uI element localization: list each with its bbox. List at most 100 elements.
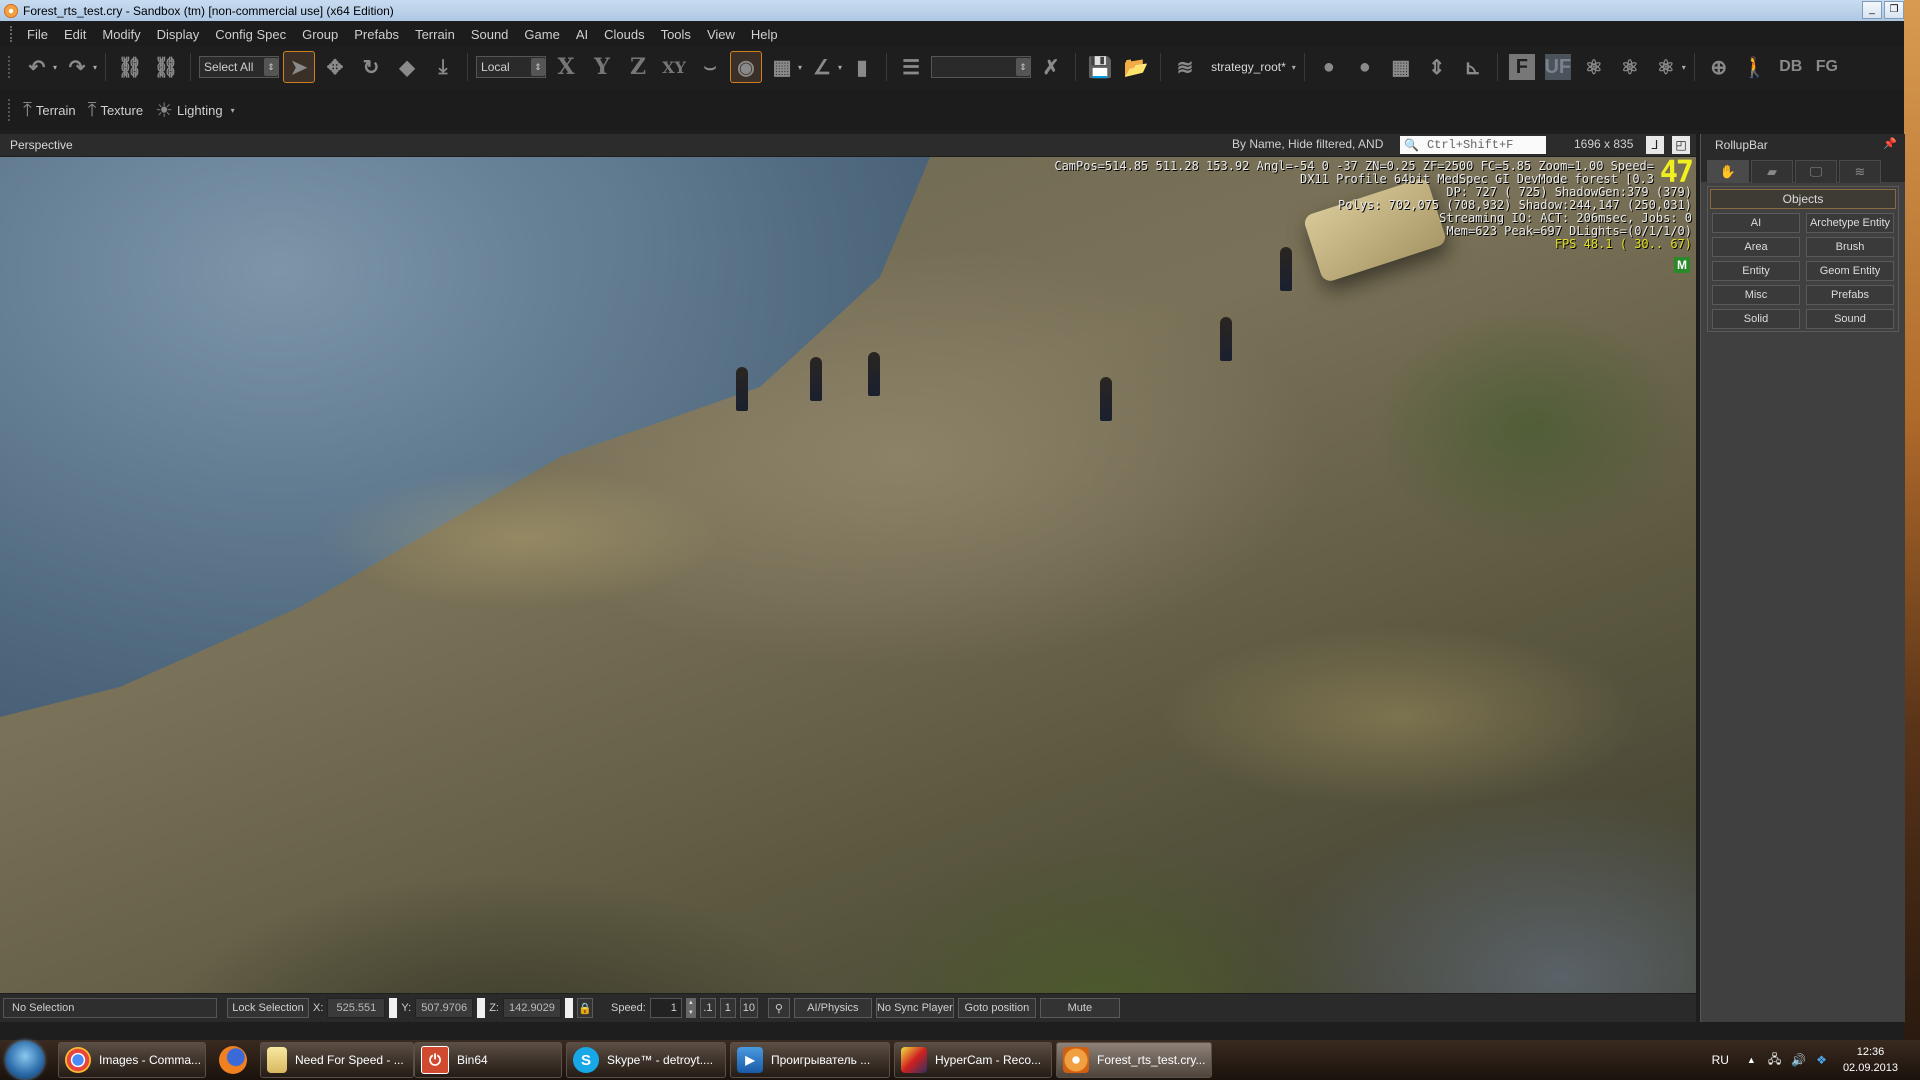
- terrain-tab-icon[interactable]: ▰: [1751, 160, 1793, 183]
- objects-tab-icon[interactable]: ✋: [1707, 160, 1749, 183]
- align-to-grid-icon[interactable]: ▦: [1385, 51, 1417, 83]
- align-height-icon[interactable]: ⇕: [1421, 51, 1453, 83]
- layers-icon[interactable]: ≋: [1169, 51, 1201, 83]
- perspective-viewport[interactable]: CamPos=514.85 511.28 153.92 Angl=-54 0 -…: [0, 157, 1696, 993]
- physics-f-button[interactable]: F: [1508, 54, 1535, 80]
- current-layer-label[interactable]: strategy_root*: [1205, 60, 1292, 74]
- selection-filter-select[interactable]: Select All ⇕: [199, 56, 280, 78]
- select-terrain-icon[interactable]: ⤓: [427, 51, 459, 83]
- taskbar-item-sandbox[interactable]: Forest_rts_test.cry...: [1056, 1042, 1212, 1078]
- menu-config-spec[interactable]: Config Spec: [207, 27, 294, 42]
- object-entity-button[interactable]: Entity: [1712, 261, 1800, 281]
- physics-get-state-icon[interactable]: ⚛: [1578, 51, 1610, 83]
- menu-help[interactable]: Help: [743, 27, 786, 42]
- menu-display[interactable]: Display: [149, 27, 208, 42]
- clock[interactable]: 12:36 02.09.2013: [1843, 1044, 1898, 1076]
- lock-selection-button[interactable]: Lock Selection: [227, 998, 309, 1018]
- object-sound-button[interactable]: Sound: [1806, 309, 1894, 329]
- object-prefabs-button[interactable]: Prefabs: [1806, 285, 1894, 305]
- object-snap-icon[interactable]: ◉: [730, 51, 763, 83]
- axis-xy-button[interactable]: XY: [658, 51, 690, 83]
- speed-preset-1[interactable]: 1: [719, 998, 736, 1018]
- taskbar-item-bin64[interactable]: ⏻ Bin64: [414, 1042, 562, 1078]
- toolbar-grip[interactable]: [8, 99, 13, 121]
- lighting-button[interactable]: ☀ Lighting: [155, 98, 228, 123]
- link-icon[interactable]: ⛓: [114, 51, 146, 83]
- move-icon[interactable]: ✥: [319, 51, 351, 83]
- lock-coordinates-icon[interactable]: 🔒: [576, 998, 593, 1018]
- z-coordinate-field[interactable]: 142.9029: [502, 998, 561, 1018]
- taskbar-item-hypercam[interactable]: HyperCam - Reco...: [894, 1042, 1052, 1078]
- speed-input[interactable]: 1: [649, 998, 682, 1018]
- menu-terrain[interactable]: Terrain: [407, 27, 463, 42]
- language-indicator[interactable]: RU: [1712, 1053, 1729, 1067]
- menu-file[interactable]: File: [19, 27, 56, 42]
- angle-dropdown-icon[interactable]: ▾: [838, 63, 842, 72]
- redo-dropdown-icon[interactable]: ▾: [93, 63, 97, 72]
- volume-icon[interactable]: 🔊: [1791, 1053, 1806, 1067]
- viewport-title[interactable]: Perspective: [0, 138, 73, 152]
- taskbar-item-firefox[interactable]: [210, 1042, 256, 1078]
- align-to-object-icon[interactable]: ●: [1349, 51, 1381, 83]
- speed-preset-10[interactable]: 10: [739, 998, 758, 1018]
- texture-button[interactable]: ⤒ Texture: [88, 99, 149, 122]
- menu-view[interactable]: View: [699, 27, 743, 42]
- menu-modify[interactable]: Modify: [94, 27, 148, 42]
- physics-uf-button[interactable]: UF: [1544, 54, 1571, 80]
- coord-system-select[interactable]: Local ⇕: [476, 56, 547, 78]
- toolbar2-dropdown-icon[interactable]: ▾: [231, 106, 235, 115]
- delete-selection-icon[interactable]: ✗: [1035, 51, 1067, 83]
- goto-selection-icon[interactable]: ●: [1313, 51, 1345, 83]
- load-objects-icon[interactable]: 📂: [1120, 51, 1152, 83]
- menubar-grip[interactable]: [10, 26, 15, 42]
- grid-snap-icon[interactable]: ▦: [766, 51, 798, 83]
- angle-snap-icon[interactable]: ∠: [806, 51, 838, 83]
- save-objects-icon[interactable]: 💾: [1084, 51, 1116, 83]
- minimize-button[interactable]: _: [1862, 1, 1882, 19]
- object-area-button[interactable]: Area: [1712, 237, 1800, 257]
- player-sync-icon[interactable]: ⚲: [767, 998, 790, 1018]
- object-geom-entity-button[interactable]: Geom Entity: [1806, 261, 1894, 281]
- object-misc-button[interactable]: Misc: [1712, 285, 1800, 305]
- menu-clouds[interactable]: Clouds: [596, 27, 652, 42]
- unlink-icon[interactable]: ⛓: [150, 51, 182, 83]
- character-icon[interactable]: 🚶: [1739, 51, 1771, 83]
- terrain-snap-icon[interactable]: ⌣: [694, 51, 726, 83]
- taskbar-item-explorer[interactable]: Need For Speed - ...: [260, 1042, 414, 1078]
- layers-tab-icon[interactable]: ≋: [1839, 160, 1881, 183]
- toolbar-grip[interactable]: [8, 56, 13, 78]
- dropbox-icon[interactable]: ❖: [1816, 1053, 1827, 1067]
- menu-game[interactable]: Game: [516, 27, 567, 42]
- axis-x-button[interactable]: X: [550, 51, 582, 83]
- axis-z-button[interactable]: Z: [622, 51, 654, 83]
- start-button[interactable]: [6, 1041, 44, 1079]
- maximize-viewport-icon[interactable]: ◰: [1672, 136, 1690, 154]
- menu-edit[interactable]: Edit: [56, 27, 94, 42]
- object-ai-button[interactable]: AI: [1712, 213, 1800, 233]
- object-brush-button[interactable]: Brush: [1806, 237, 1894, 257]
- select-by-name-icon[interactable]: ☰: [895, 51, 927, 83]
- no-sync-player-button[interactable]: No Sync Player: [875, 998, 954, 1018]
- rotate-icon[interactable]: ↻: [355, 51, 387, 83]
- search-filter-options[interactable]: By Name, Hide filtered, AND: [1232, 137, 1383, 151]
- ruler-icon[interactable]: ▮: [846, 51, 878, 83]
- menu-sound[interactable]: Sound: [463, 27, 517, 42]
- taskbar-item-media-player[interactable]: ▶ Проигрыватель ...: [730, 1042, 890, 1078]
- show-hidden-icons[interactable]: ▲: [1747, 1055, 1756, 1065]
- physics-dropdown-icon[interactable]: ▾: [1682, 63, 1686, 72]
- redo-icon[interactable]: ↷: [61, 51, 93, 83]
- objects-section-title[interactable]: Objects: [1710, 189, 1896, 209]
- restore-button[interactable]: ❐: [1884, 1, 1904, 19]
- database-button[interactable]: DB: [1775, 51, 1807, 83]
- physics-reset-state-icon[interactable]: ⚛: [1614, 51, 1646, 83]
- grid-dropdown-icon[interactable]: ▾: [798, 63, 802, 72]
- undo-dropdown-icon[interactable]: ▾: [53, 63, 57, 72]
- network-icon[interactable]: 🖧: [1768, 1050, 1781, 1071]
- x-coordinate-field[interactable]: 525.551: [327, 998, 386, 1018]
- object-solid-button[interactable]: Solid: [1712, 309, 1800, 329]
- physics-simulate-icon[interactable]: ⚛: [1650, 51, 1682, 83]
- undo-icon[interactable]: ↶: [21, 51, 53, 83]
- menu-tools[interactable]: Tools: [653, 27, 699, 42]
- taskbar-item-skype[interactable]: S Skype™ - detroyt....: [566, 1042, 726, 1078]
- taskbar-item-chrome[interactable]: Images - Comma...: [58, 1042, 206, 1078]
